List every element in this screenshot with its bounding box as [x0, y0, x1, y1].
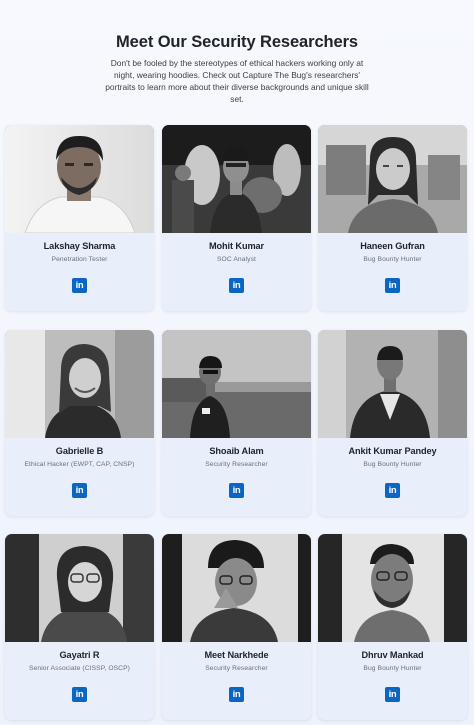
researchers-page: Meet Our Security Researchers Don't be f… — [0, 0, 474, 725]
linkedin-icon[interactable]: in — [385, 483, 400, 498]
researcher-card: Gayatri R Senior Associate (CISSP, OSCP)… — [5, 534, 154, 720]
researcher-card: Mohit Kumar SOC Analyst in — [162, 125, 311, 311]
researcher-photo — [162, 534, 311, 642]
linkedin-icon[interactable]: in — [229, 278, 244, 293]
researcher-name: Ankit Kumar Pandey — [348, 446, 437, 456]
researcher-card: Dhruv Mankad Bug Bounty Hunter in — [318, 534, 467, 720]
researcher-role: SOC Analyst — [216, 256, 256, 263]
researcher-name: Shoaib Alam — [209, 446, 264, 456]
linkedin-icon[interactable]: in — [72, 278, 87, 293]
researcher-role: Penetration Tester — [51, 256, 108, 263]
linkedin-icon[interactable]: in — [229, 687, 244, 702]
researcher-role: Bug Bounty Hunter — [363, 665, 422, 672]
researcher-photo — [5, 534, 154, 642]
researcher-role: Bug Bounty Hunter — [363, 461, 422, 468]
section-subtitle: Don't be fooled by the stereotypes of et… — [105, 58, 369, 104]
researcher-name: Dhruv Mankad — [361, 650, 424, 660]
researcher-photo — [5, 330, 154, 438]
researcher-role: Security Researcher — [205, 461, 268, 468]
researcher-photo — [162, 125, 311, 233]
researcher-photo — [318, 125, 467, 233]
linkedin-icon[interactable]: in — [385, 687, 400, 702]
researcher-name: Meet Narkhede — [204, 650, 269, 660]
researcher-name: Mohit Kumar — [208, 241, 265, 251]
researcher-role: Security Researcher — [205, 665, 268, 672]
linkedin-icon[interactable]: in — [72, 483, 87, 498]
researcher-card: Shoaib Alam Security Researcher in — [162, 330, 311, 516]
linkedin-icon[interactable]: in — [229, 483, 244, 498]
researcher-photo — [5, 125, 154, 233]
linkedin-icon[interactable]: in — [72, 687, 87, 702]
researcher-photo — [318, 330, 467, 438]
researcher-photo — [162, 330, 311, 438]
researcher-role: Bug Bounty Hunter — [363, 256, 422, 263]
researcher-card: Lakshay Sharma Penetration Tester in — [5, 125, 154, 311]
linkedin-icon[interactable]: in — [385, 278, 400, 293]
researcher-role: Senior Associate (CISSP, OSCP) — [29, 665, 130, 672]
section-title: Meet Our Security Researchers — [116, 33, 358, 51]
researcher-card: Haneen Gufran Bug Bounty Hunter in — [318, 125, 467, 311]
researcher-name: Gabrielle B — [55, 446, 104, 456]
researcher-name: Gayatri R — [59, 650, 100, 660]
researcher-name: Haneen Gufran — [360, 241, 425, 251]
researcher-card: Meet Narkhede Security Researcher in — [162, 534, 311, 720]
researcher-role: Ethical Hacker (EWPT, CAP, CNSP) — [24, 461, 135, 468]
researcher-card: Gabrielle B Ethical Hacker (EWPT, CAP, C… — [5, 330, 154, 516]
researcher-photo — [318, 534, 467, 642]
researcher-name: Lakshay Sharma — [43, 241, 116, 251]
researcher-card: Ankit Kumar Pandey Bug Bounty Hunter in — [318, 330, 467, 516]
